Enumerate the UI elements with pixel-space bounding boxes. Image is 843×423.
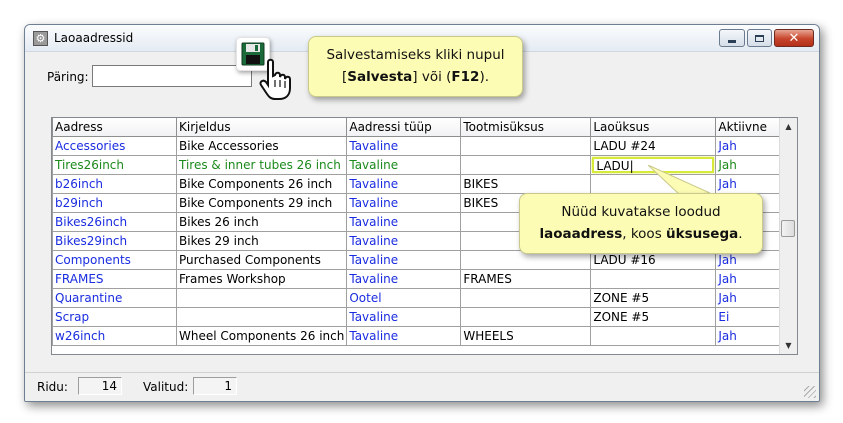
close-button[interactable]: ✕ [774,29,814,47]
cell-kirjeldus[interactable]: Bikes 29 inch [175,231,348,251]
save-instruction-callout: Salvestamiseks kliki nupul [Salvesta] võ… [308,36,523,97]
scroll-thumb[interactable] [781,220,795,237]
selected-count-label: Valitud: [143,380,189,394]
cell-tootmisyksus[interactable] [460,136,592,156]
cell-tyyp[interactable]: Tavaline [346,326,462,346]
window-title: Laoaadressid [54,31,134,45]
cell-tootmisyksus[interactable] [460,288,592,308]
cell-tyyp[interactable]: Tavaline [346,136,462,156]
cell-kirjeldus[interactable]: Bikes 26 inch [175,212,348,232]
cell-aadress[interactable]: Bikes29inch [52,231,177,251]
callout-info-bold1: laoaadress [539,226,623,242]
cell-kirjeldus[interactable]: Bike Components 26 inch [175,174,348,194]
scroll-down-arrow-icon[interactable]: ▼ [780,337,797,354]
cell-aktiivne[interactable]: Jah [715,136,788,156]
table-row[interactable]: Quarantine Ootel ZONE #5 Jah [52,288,788,308]
cell-tootmisyksus[interactable]: WHEELS [460,326,592,346]
column-header-aktiivne[interactable]: Aktiivne [715,118,788,137]
cell-aktiivne[interactable]: Jah [715,269,788,289]
cell-aadress[interactable]: b29inch [52,193,177,213]
rows-count-value: 14 [78,377,122,395]
cell-aktiivne[interactable]: Jah [715,174,788,194]
callout-save-line2: [Salvesta] või (F12). [342,69,489,85]
cell-tyyp[interactable]: Ootel [346,288,462,308]
cell-tyyp[interactable]: Tavaline [346,250,462,270]
minimize-icon [728,39,736,43]
maximize-icon [755,34,764,42]
cell-kirjeldus[interactable]: Bike Components 29 inch [175,193,348,213]
table-row[interactable]: Scrap Tavaline ZONE #5 Ei [52,307,788,327]
cell-laoyksus[interactable] [590,269,717,289]
cell-aadress[interactable]: b26inch [52,174,177,194]
cell-aadress[interactable]: Quarantine [52,288,177,308]
table-row[interactable]: FRAMES Frames Workshop Tavaline FRAMES J… [52,269,788,289]
cell-aktiivne[interactable]: Ei [715,307,788,327]
cell-aktiivne[interactable]: Jah [715,326,788,346]
callout-info-line1: Nüüd kuvatakse loodud [561,204,721,220]
cell-kirjeldus[interactable] [175,307,348,327]
hand-pointer-icon [259,58,291,100]
column-header-tootmisyksus[interactable]: Tootmisüksus [460,118,592,137]
cell-aadress[interactable]: w26inch [52,326,177,346]
minimize-button[interactable] [719,29,745,47]
vertical-scrollbar[interactable]: ▲ ▼ [779,118,797,354]
header-row: Aadress Kirjeldus Aadressi tüüp Tootmisü… [52,118,788,137]
table-row[interactable]: w26inch Wheel Components 26 inch Tavalin… [52,326,788,346]
cell-aktiivne[interactable]: Jah [715,155,788,175]
callout-save-bold2: F12 [451,69,480,85]
column-header-laoyksus[interactable]: Laoüksus [590,118,717,137]
query-input[interactable] [92,65,252,87]
app-icon: ⚙ [33,31,48,46]
close-icon: ✕ [788,30,800,46]
cell-aadress[interactable]: Components [52,250,177,270]
cell-kirjeldus[interactable]: Tires & inner tubes 26 inch [175,155,348,175]
table-row[interactable]: Accessories Bike Accessories Tavaline LA… [52,136,788,156]
cell-tootmisyksus[interactable]: BIKES [460,174,592,194]
status-bar: Ridu: 14 Valitud: 1 [25,372,819,401]
query-label: Päring: [47,70,89,84]
column-header-aadress[interactable]: Aadress [52,118,177,137]
cell-kirjeldus[interactable]: Bike Accessories [175,136,348,156]
scroll-up-arrow-icon[interactable]: ▲ [780,118,797,135]
cell-laoyksus[interactable]: LADU #24 [590,136,717,156]
cell-aadress[interactable]: FRAMES [52,269,177,289]
callout-save-line1: Salvestamiseks kliki nupul [326,47,505,63]
cell-aktiivne[interactable]: Jah [715,288,788,308]
cell-kirjeldus[interactable]: Frames Workshop [175,269,348,289]
cell-tyyp[interactable]: Tavaline [346,231,462,251]
resize-grip-icon[interactable] [804,386,816,398]
cell-tyyp[interactable]: Tavaline [346,174,462,194]
cell-tyyp[interactable]: Tavaline [346,212,462,232]
laoyksus-edit-value: LADU [596,159,630,173]
cell-kirjeldus[interactable] [175,288,348,308]
cell-kirjeldus[interactable]: Wheel Components 26 inch [175,326,348,346]
callout-info-line2: laoaadress, koos üksusega. [539,226,743,242]
cell-tootmisyksus[interactable] [460,155,592,175]
cell-tootmisyksus[interactable]: FRAMES [460,269,592,289]
selected-count-value: 1 [193,377,237,395]
info-callout: Nüüd kuvatakse loodud laoaadress, koos ü… [519,193,763,254]
cell-laoyksus[interactable]: ZONE #5 [590,288,717,308]
cell-kirjeldus[interactable]: Purchased Components [175,250,348,270]
cell-aadress[interactable]: Accessories [52,136,177,156]
column-header-aadressi-tyyp[interactable]: Aadressi tüüp [346,118,462,137]
cell-aadress[interactable]: Bikes26inch [52,212,177,232]
cell-aadress[interactable]: Tires26inch [52,155,177,175]
callout-info-bold2: üksusega [666,226,739,242]
maximize-button[interactable] [747,29,772,47]
cell-aadress[interactable]: Scrap [52,307,177,327]
callout-save-bold1: Salvesta [347,69,413,85]
cell-tootmisyksus[interactable] [460,307,592,327]
rows-count-label: Ridu: [37,380,68,394]
cell-laoyksus[interactable]: ZONE #5 [590,307,717,327]
cell-tyyp[interactable]: Tavaline [346,307,462,327]
cell-laoyksus[interactable] [590,326,717,346]
cell-tyyp[interactable]: Tavaline [346,155,462,175]
cell-tyyp[interactable]: Tavaline [346,269,462,289]
column-header-kirjeldus[interactable]: Kirjeldus [175,118,348,137]
cell-tyyp[interactable]: Tavaline [346,193,462,213]
